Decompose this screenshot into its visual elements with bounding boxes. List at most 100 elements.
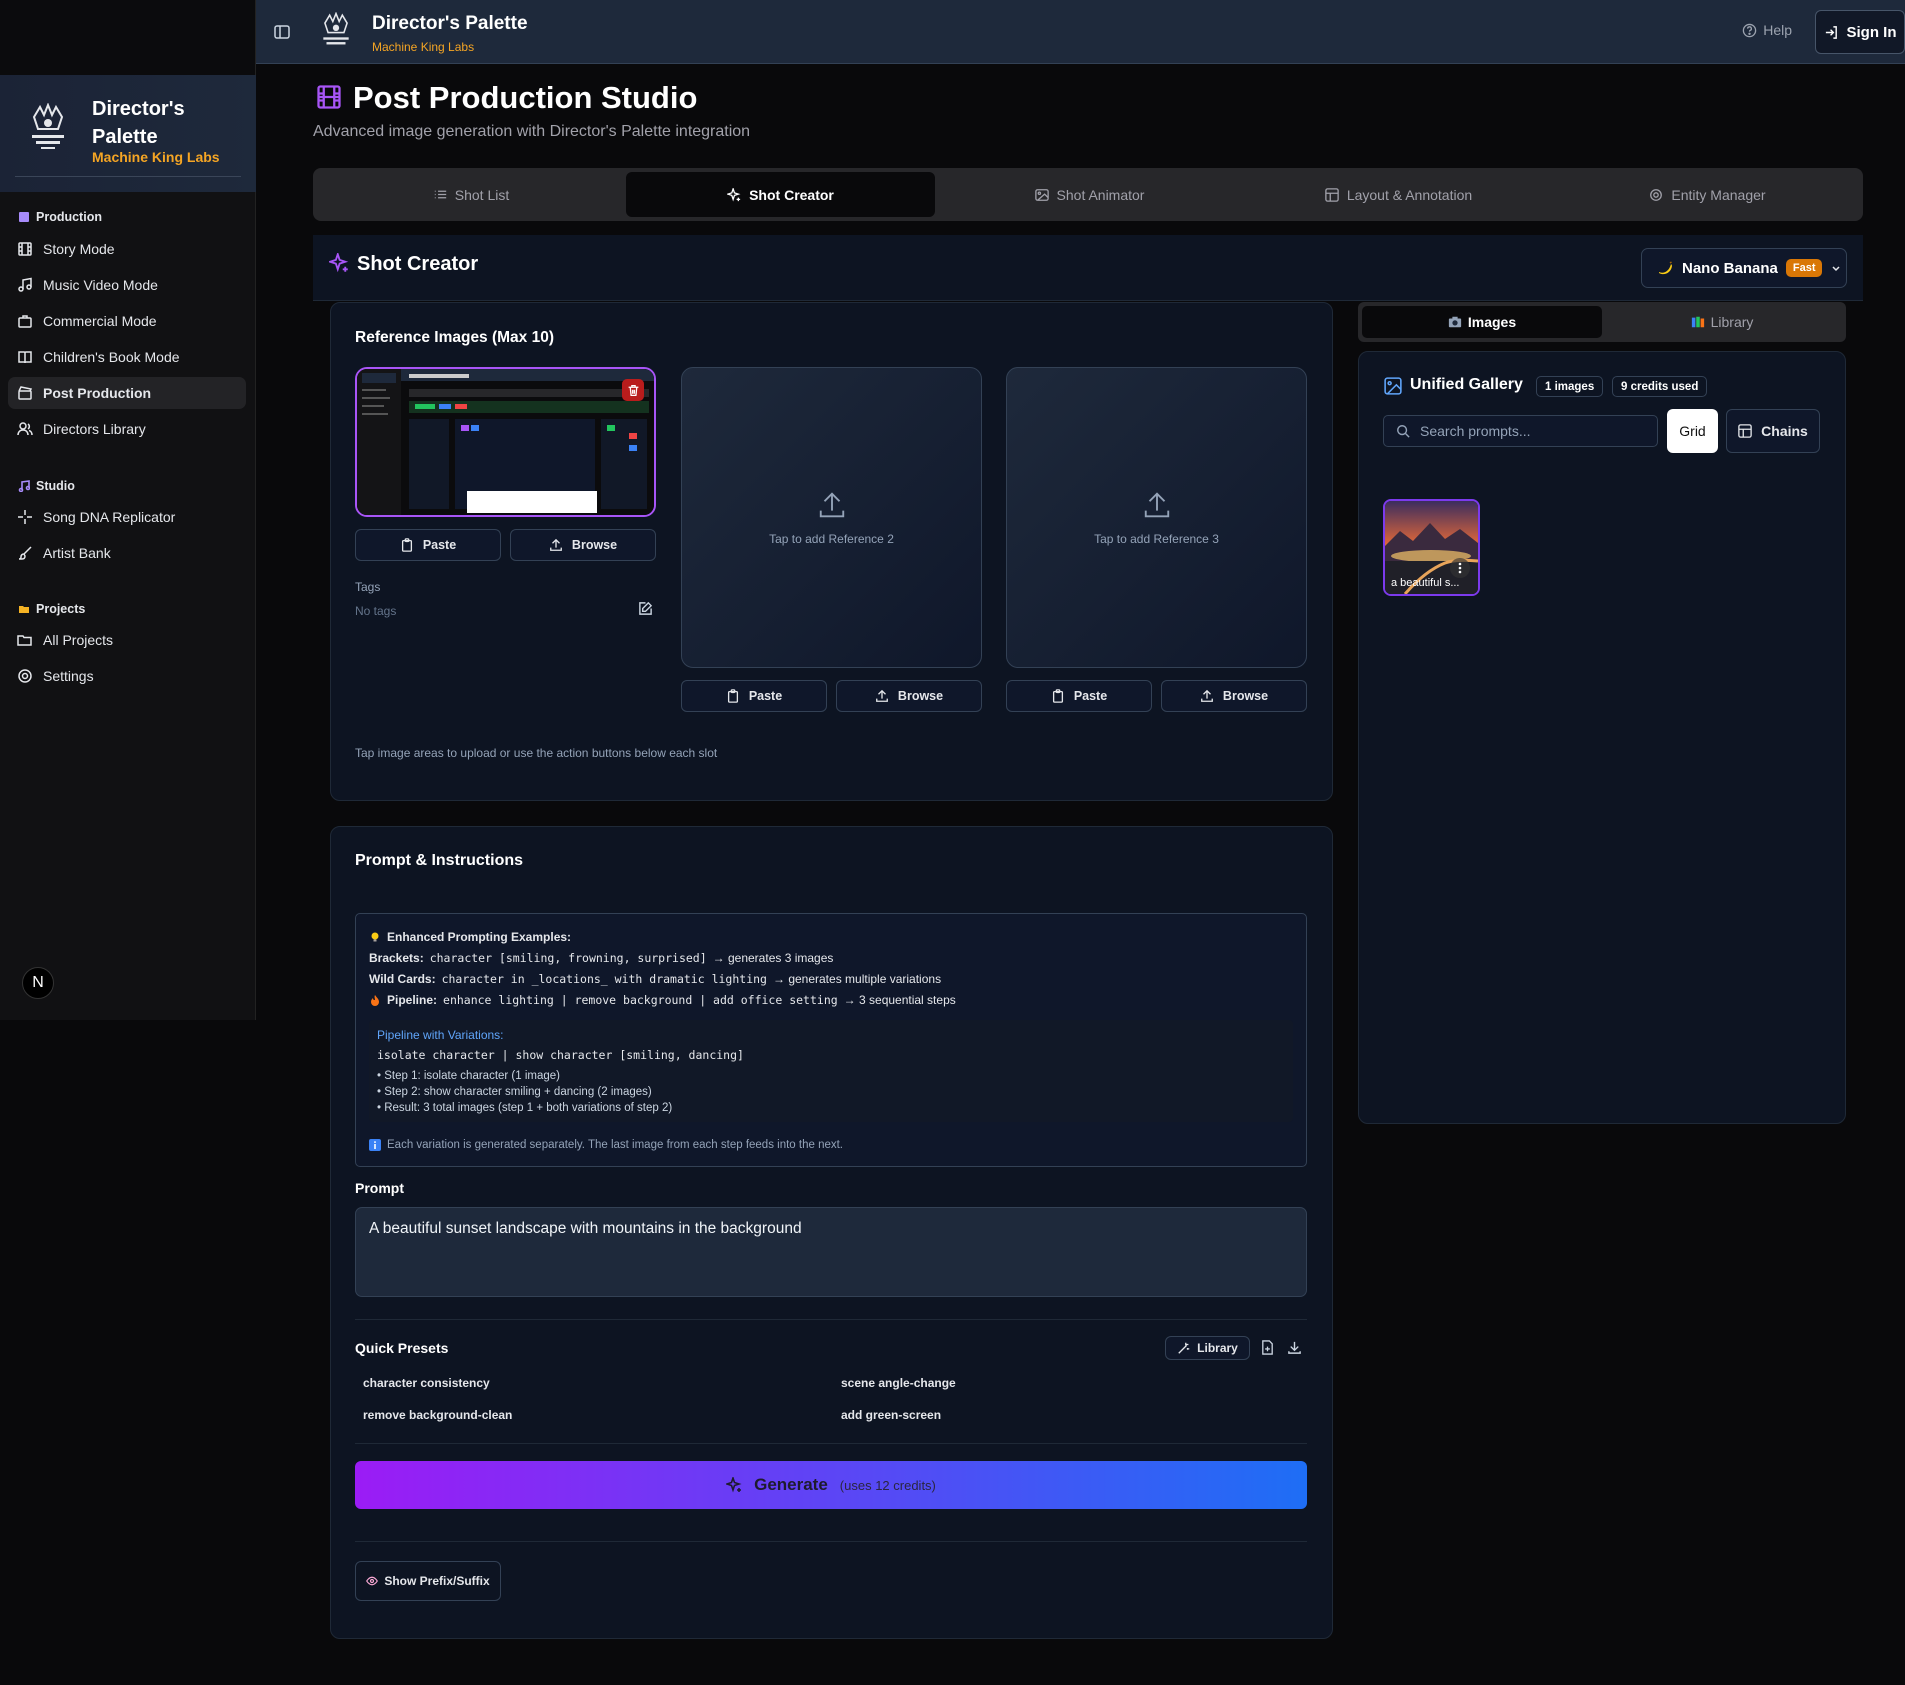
books-icon [1691,315,1705,329]
model-badge: Fast [1785,259,1823,277]
folder-open-icon [17,632,33,648]
pipeline-variations-box: Pipeline with Variations: isolate charac… [369,1020,1293,1122]
section-production: Production [18,210,102,224]
image-icon [1384,377,1402,395]
reference-slot-1[interactable] [355,367,656,517]
download-icon[interactable] [1287,1340,1302,1355]
sidebar-item-label: Artist Bank [43,545,111,561]
example-brackets: Brackets: character [smiling, frowning, … [369,950,834,965]
help-circle-icon [1742,23,1757,38]
app-title: Director's Palette [372,13,528,34]
section-studio: Studio [18,479,75,493]
brush-icon [17,545,33,561]
browse-label: Browse [571,538,618,552]
sidebar-item-post-production[interactable]: Post Production [8,377,246,409]
clipboard-icon [726,689,740,703]
preset-character-consistency[interactable]: character consistency [363,1376,490,1390]
trash-icon [627,384,640,397]
tab-shot-creator[interactable]: Shot Creator [626,172,935,217]
avatar[interactable]: N [22,967,54,999]
tab-label: Shot Creator [749,186,834,203]
sidebar-toggle-icon[interactable] [274,24,290,40]
sidebar-item-label: Post Production [43,385,152,401]
paste-button-3[interactable]: Paste [1006,680,1152,712]
pipeline-variations-code: isolate character | show character [smil… [377,1048,744,1062]
search-input[interactable]: Search prompts... [1383,415,1658,447]
file-plus-icon[interactable] [1260,1340,1275,1355]
edit-tags-icon[interactable] [638,601,653,616]
preset-remove-background-clean[interactable]: remove background-clean [363,1408,512,1422]
camera-icon [1448,315,1462,329]
paste-button-2[interactable]: Paste [681,680,827,712]
grid-view-button[interactable]: Grid [1667,409,1718,453]
page-subtitle: Advanced image generation with Director'… [313,123,751,140]
gear-icon [1649,188,1663,202]
sidebar-item-song-dna-replicator[interactable]: Song DNA Replicator [8,501,246,533]
reference-slot-2[interactable]: Tap to add Reference 2 [681,367,982,668]
main-tabs: Shot List Shot Creator Shot Animator Lay… [313,168,1863,221]
sign-in-button[interactable]: Sign In [1815,10,1905,54]
model-select[interactable]: Nano Banana Fast [1641,248,1847,288]
tags-label: Tags [355,580,381,594]
chains-view-button[interactable]: Chains [1726,409,1820,453]
reference-hint: Tap image areas to upload or use the act… [355,746,718,760]
sidebar-brand-subtitle: Machine King Labs [92,149,220,165]
help-button[interactable]: Help [1742,22,1792,38]
gear-icon [17,668,33,684]
prefix-label: Show Prefix/Suffix [384,1574,490,1588]
search-placeholder: Search prompts... [1420,423,1531,439]
gallery-thumbnail[interactable]: a beautiful s... [1383,499,1480,596]
browse-label: Browse [897,689,944,703]
reference-title: Reference Images (Max 10) [355,329,555,346]
sidebar-item-settings[interactable]: Settings [8,660,246,692]
tab-shot-animator[interactable]: Shot Animator [935,172,1244,217]
divider [355,1443,1307,1444]
sign-in-label: Sign In [1846,23,1897,41]
folder-icon [18,603,30,615]
tab-images[interactable]: Images [1362,306,1602,338]
example-note: Each variation is generated separately. … [369,1134,1293,1155]
app-subtitle: Machine King Labs [372,40,475,54]
tab-layout-annotation[interactable]: Layout & Annotation [1244,172,1553,217]
browse-button-3[interactable]: Browse [1161,680,1307,712]
tab-shot-list[interactable]: Shot List [317,172,626,217]
search-icon [1396,424,1410,438]
gallery-tabs: Images Library [1358,302,1846,342]
sidebar-item-all-projects[interactable]: All Projects [8,624,246,656]
slot-label: Tap to add Reference 2 [769,531,894,546]
tab-entity-manager[interactable]: Entity Manager [1553,172,1862,217]
delete-button[interactable] [622,379,644,401]
tab-library[interactable]: Library [1602,306,1842,338]
sidebar-item-label: Directors Library [43,421,146,437]
sidebar-item-artist-bank[interactable]: Artist Bank [8,537,246,569]
presets-library-button[interactable]: Library [1165,1336,1250,1360]
more-menu-icon[interactable] [1450,558,1470,578]
show-prefix-suffix-button[interactable]: Show Prefix/Suffix [355,1561,501,1601]
tab-label: Library [1710,314,1754,330]
prompt-textarea[interactable]: A beautiful sunset landscape with mounta… [355,1207,1307,1297]
browse-button-2[interactable]: Browse [836,680,982,712]
paste-button-1[interactable]: Paste [355,529,501,561]
thumbnail-caption: a beautiful s... [1391,577,1460,589]
reference-slot-3[interactable]: Tap to add Reference 3 [1006,367,1307,668]
generate-button[interactable]: Generate (uses 12 credits) [355,1461,1307,1509]
section-label: Studio [36,479,75,493]
sidebar-item-commercial-mode[interactable]: Commercial Mode [8,305,246,337]
upload-icon [1200,689,1214,703]
users-icon [17,421,33,437]
sidebar-item-childrens-book-mode[interactable]: Children's Book Mode [8,341,246,373]
sidebar-top [0,0,255,75]
prompt-label: Prompt [355,1180,404,1196]
tags-empty: No tags [355,604,397,618]
help-label: Help [1763,22,1792,38]
paste-label: Paste [748,689,783,703]
tab-label: Layout & Annotation [1346,186,1473,203]
preset-add-green-screen[interactable]: add green-screen [841,1408,941,1422]
upload-icon [817,490,847,520]
sidebar-item-directors-library[interactable]: Directors Library [8,413,246,445]
browse-button-1[interactable]: Browse [510,529,656,561]
sidebar-item-story-mode[interactable]: Story Mode [8,233,246,265]
sparkle-icon [17,509,33,525]
sidebar-item-music-video-mode[interactable]: Music Video Mode [8,269,246,301]
preset-scene-angle-change[interactable]: scene angle-change [841,1376,956,1390]
